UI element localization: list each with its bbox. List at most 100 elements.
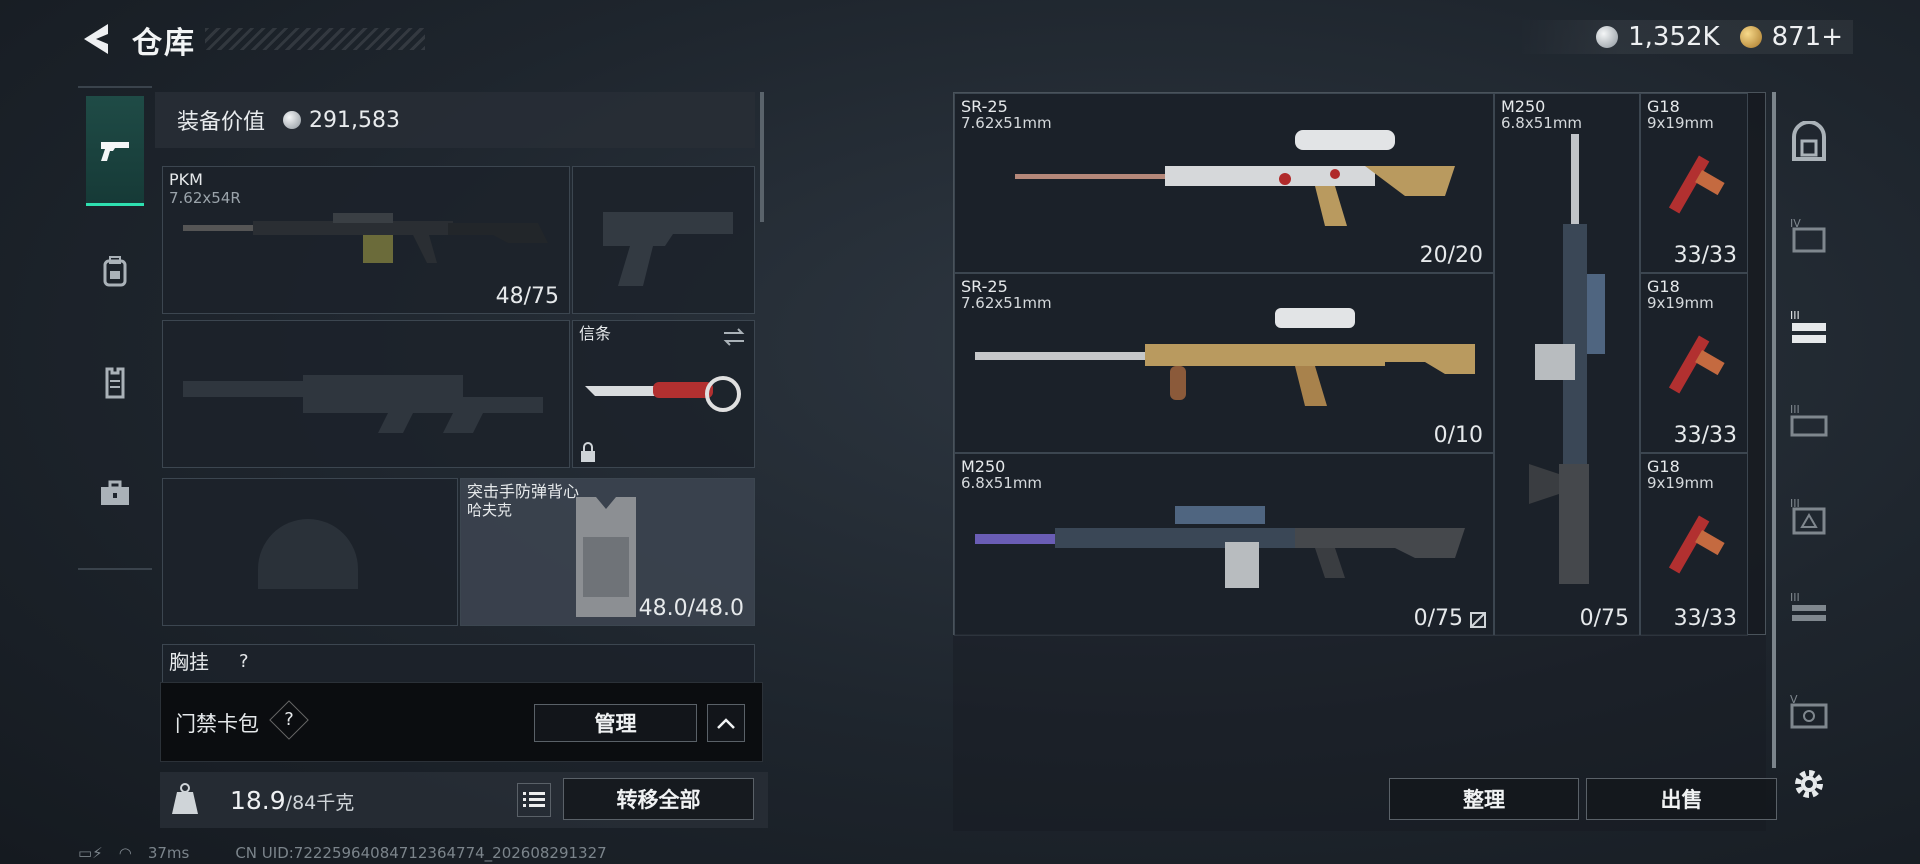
storage-item-g18[interactable]: G18 9x19mm 33/33 (1640, 93, 1748, 273)
equipment-value-label: 装备价值 (177, 110, 266, 135)
item-count: 20/20 (1419, 243, 1483, 268)
item-caliber: 9x19mm (1647, 294, 1714, 312)
help-question-mark: ? (284, 709, 294, 730)
weight-value: 18.9/84千克 (230, 786, 354, 815)
m250-machine-gun-image (975, 506, 1465, 588)
keycard-label: 门禁卡包 (175, 712, 259, 736)
tab-safe-box[interactable] (1785, 118, 1833, 166)
sell-button[interactable]: 出售 (1586, 778, 1777, 820)
storage-item-g18[interactable]: G18 9x19mm 33/33 (1640, 453, 1748, 636)
storage-item-g18[interactable]: G18 9x19mm 33/33 (1640, 273, 1748, 453)
primary-weapon-slot[interactable]: PKM 7.62x54R 48/75 (162, 166, 570, 314)
list-icon (523, 792, 545, 807)
g18-pistol-image (1668, 515, 1725, 574)
helmet-slot[interactable] (162, 478, 458, 626)
settings-icon (1795, 770, 1823, 798)
g18-pistol-image (1668, 335, 1725, 394)
item-count: 0/75 (1413, 606, 1463, 631)
backpack-icon (103, 256, 127, 287)
melee-name: 信条 (579, 324, 612, 343)
tab-tier-5[interactable]: V (1785, 688, 1833, 736)
manage-button[interactable]: 管理 (534, 704, 697, 742)
sort-button[interactable]: 整理 (1389, 778, 1579, 820)
item-count: 33/33 (1673, 606, 1737, 631)
storage-item-sr25[interactable]: SR-25 7.62x51mm 20/20 (954, 93, 1494, 273)
settings-button[interactable] (1785, 760, 1833, 808)
item-count: 33/33 (1673, 243, 1737, 268)
tab-tier-3-shelf[interactable]: III (1785, 586, 1833, 634)
knife-image (585, 376, 741, 412)
currency-bar: 1,352K 871+ (1518, 20, 1853, 54)
gold-balance: 871+ (1771, 22, 1843, 52)
item-count: 0/10 (1433, 423, 1483, 448)
storage-item-m250-vertical[interactable]: M250 6.8x51mm 0/75 (1494, 93, 1640, 636)
nav-backpack[interactable] (86, 216, 144, 326)
weight-current: 18.9 (230, 786, 286, 815)
melee-slot[interactable]: 信条 (572, 320, 755, 468)
armor-durability: 48.0/48.0 (638, 596, 744, 621)
tier-3-rack-icon: III (1790, 309, 1826, 343)
storage-item-m250[interactable]: M250 6.8x51mm 0/75 (954, 453, 1494, 636)
weight-kg-icon (172, 783, 198, 814)
nav-vest[interactable] (86, 328, 144, 438)
equipment-value: 291,583 (309, 107, 400, 133)
ping-value: 37ms (147, 844, 190, 862)
pistol-slot[interactable] (572, 166, 755, 314)
tier-3-shelf-icon: III (1790, 591, 1826, 621)
lock-icon (581, 442, 595, 462)
chest-rig-count: ? (239, 651, 249, 672)
tab-tier-3-box[interactable]: III (1785, 492, 1833, 540)
secondary-weapon-slot[interactable] (162, 320, 570, 468)
back-arrow-icon[interactable] (80, 22, 112, 56)
list-view-button[interactable] (517, 783, 551, 817)
transfer-all-button[interactable]: 转移全部 (563, 778, 754, 820)
storage-item-sr25[interactable]: SR-25 7.62x51mm 0/10 (954, 273, 1494, 453)
body-armor-image (576, 497, 636, 617)
pkm-machine-gun-image (183, 213, 548, 263)
sr25-rifle-image (1015, 130, 1455, 226)
equipment-panel: 装备价值 291,583 PKM 7.62x54R 48/75 信条 突击手防弹… (155, 92, 760, 684)
svg-text:III: III (1790, 403, 1800, 416)
armor-brand: 哈夫克 (467, 501, 513, 519)
chest-rig-slot[interactable]: 胸挂 ? (162, 644, 755, 684)
silver-coin-icon (1596, 26, 1619, 48)
toolbox-icon (101, 480, 129, 505)
page-title: 仓库 (132, 26, 196, 61)
pistol-icon (101, 141, 129, 161)
storage-scrollbar[interactable] (1772, 92, 1776, 768)
primary-weapon-name: PKM (169, 170, 203, 189)
safe-box-icon (1792, 121, 1826, 161)
equipment-category-nav (78, 86, 152, 570)
item-caliber: 9x19mm (1647, 114, 1714, 132)
item-caliber: 9x19mm (1647, 474, 1714, 492)
chevron-up-icon (717, 718, 735, 729)
weight-max: /84千克 (285, 792, 355, 814)
vest-icon (105, 367, 125, 399)
m250-machine-gun-vertical-image (1529, 134, 1605, 584)
swap-icon[interactable] (722, 327, 746, 347)
nav-toolbox[interactable] (86, 438, 144, 548)
tab-tier-4[interactable]: IV (1785, 212, 1833, 260)
item-caliber: 6.8x51mm (1501, 114, 1583, 132)
battery-icon: ▭⚡ (78, 844, 103, 862)
nav-weapons[interactable] (86, 96, 144, 206)
chest-rig-label: 胸挂 (169, 650, 209, 674)
tier-5-case-icon: V (1790, 693, 1828, 729)
item-count: 33/33 (1673, 423, 1737, 448)
rifle-placeholder-icon (183, 375, 543, 433)
silver-coin-icon (283, 111, 302, 129)
tab-tier-3-active[interactable]: III (1785, 304, 1833, 352)
tier-4-case-icon: IV (1790, 217, 1826, 253)
tab-tier-3-case[interactable]: III (1785, 398, 1833, 446)
title-decoration (205, 28, 425, 50)
armor-slot[interactable]: 突击手防弹背心 哈夫克 48.0/48.0 (460, 478, 755, 626)
sr25-rifle-image (975, 308, 1475, 406)
svg-text:III: III (1790, 309, 1800, 322)
storage-tab-nav: IV III III III III V (1779, 92, 1839, 798)
silver-balance: 1,352K (1628, 22, 1720, 52)
collapse-button[interactable] (707, 704, 745, 742)
svg-text:III: III (1790, 591, 1800, 604)
equipment-scrollbar[interactable] (760, 92, 764, 222)
gold-coin-icon (1739, 26, 1762, 48)
pistol-placeholder-icon (603, 212, 733, 286)
